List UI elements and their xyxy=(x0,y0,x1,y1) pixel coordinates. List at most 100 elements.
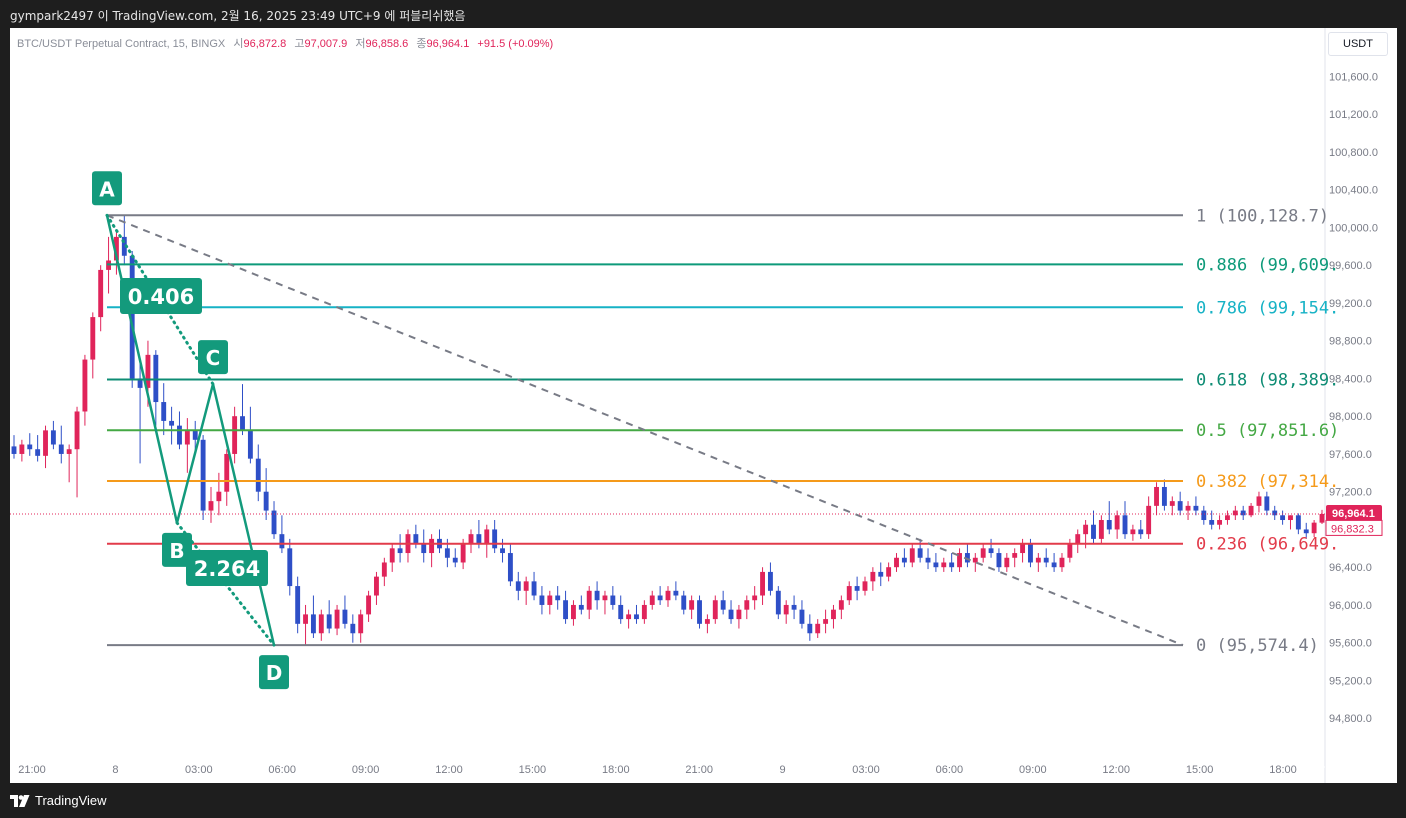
candle-body xyxy=(531,581,537,596)
fib-level-label: 0.236 (96,649. xyxy=(1196,535,1339,555)
price-chart[interactable]: 101,600.0 101,200.0 100,800.0 100,400.0 100,… xyxy=(10,28,1397,783)
candle xyxy=(933,553,939,572)
candle-body xyxy=(1059,557,1065,568)
currency-unit-button[interactable]: USDT xyxy=(1328,32,1388,56)
candle-body xyxy=(925,557,931,563)
candle xyxy=(1012,548,1018,568)
candle-body xyxy=(1256,496,1262,506)
ratio-label: 0.406 xyxy=(128,285,194,309)
candle xyxy=(287,538,293,596)
candle xyxy=(82,354,88,426)
candle xyxy=(492,520,498,554)
candle-body xyxy=(295,586,301,624)
candle-body xyxy=(1209,520,1215,525)
candle xyxy=(760,567,765,605)
ratio-label: 2.264 xyxy=(194,557,260,581)
fib-level-label: 0.5 (97,851.6) xyxy=(1196,421,1339,441)
time-axis-ticks: 21:00 8 03:00 06:00 09:00 12:00 15:00 18:00 21:0… xyxy=(18,764,1297,776)
candle-body xyxy=(712,600,718,620)
candle xyxy=(980,543,986,563)
candle-body xyxy=(1091,524,1096,539)
candle xyxy=(925,548,931,570)
candle xyxy=(255,444,261,502)
candle xyxy=(1232,505,1238,521)
candle-body xyxy=(933,562,939,568)
time-tick: 15:00 xyxy=(519,764,547,776)
candle-body xyxy=(1272,510,1278,516)
open-value: 96,872.8 xyxy=(243,38,287,50)
candle-body xyxy=(1295,515,1301,530)
candle-body xyxy=(1083,524,1089,535)
candle xyxy=(878,562,884,587)
candle xyxy=(1154,482,1159,516)
abcd-point-label: B xyxy=(169,539,184,563)
candle-body xyxy=(610,595,616,605)
candle-body xyxy=(941,562,947,568)
candle xyxy=(720,590,726,615)
candle-body xyxy=(996,553,1002,568)
candle xyxy=(799,600,805,629)
candle xyxy=(240,384,245,436)
candle-body xyxy=(342,609,348,624)
abcd-point-label: C xyxy=(206,346,221,370)
candle xyxy=(381,557,387,587)
candle xyxy=(618,595,624,624)
fib-level-label: 0.786 (99,154. xyxy=(1196,298,1339,318)
candle-body xyxy=(263,491,269,511)
candle xyxy=(366,590,372,622)
time-tick: 15:00 xyxy=(1186,764,1214,776)
candle xyxy=(1098,515,1104,544)
candle-body xyxy=(634,614,639,620)
candle-body xyxy=(224,453,230,492)
candle xyxy=(586,586,592,620)
candle xyxy=(515,571,521,601)
chart-frame[interactable]: 101,600.0 101,200.0 100,800.0 100,400.0 100,… xyxy=(10,28,1397,783)
candle-body xyxy=(854,586,860,591)
candle xyxy=(452,548,458,568)
candle-body xyxy=(287,548,293,587)
candle-body xyxy=(649,595,655,605)
candle xyxy=(767,562,773,596)
candle-body xyxy=(374,576,379,596)
candle xyxy=(1051,553,1057,572)
candle-body xyxy=(1217,520,1223,525)
candle xyxy=(437,529,442,554)
candle-body xyxy=(1028,543,1033,563)
candle xyxy=(310,595,316,638)
candle xyxy=(665,586,671,607)
candle xyxy=(901,548,907,568)
candle-body xyxy=(334,609,340,629)
candle-body xyxy=(1114,515,1120,530)
candle-body xyxy=(1106,520,1112,530)
candle xyxy=(342,595,348,629)
fib-level-label: 0.618 (98,389. xyxy=(1196,370,1339,390)
candle-body xyxy=(791,604,797,610)
time-tick: 06:00 xyxy=(268,764,296,776)
candle-body xyxy=(657,595,663,601)
brand[interactable]: TradingView xyxy=(10,793,107,808)
candle-body xyxy=(1067,543,1073,558)
price-tick: 100,000.0 xyxy=(1329,222,1378,234)
price-tick: 95,200.0 xyxy=(1329,675,1372,687)
candle-body xyxy=(1035,557,1041,563)
candle-body xyxy=(444,548,450,558)
candle xyxy=(1106,501,1112,535)
candle-body xyxy=(1193,505,1199,511)
candle-body xyxy=(11,446,17,454)
candle xyxy=(1319,509,1325,524)
abcd-point-c: C xyxy=(198,340,228,375)
candle xyxy=(27,433,33,456)
price-tick: 100,400.0 xyxy=(1329,185,1378,197)
candle xyxy=(555,586,561,610)
high-label: 고 xyxy=(294,38,305,50)
candle xyxy=(1193,496,1199,516)
time-tick: 18:00 xyxy=(602,764,630,776)
low-value: 96,858.6 xyxy=(365,38,409,50)
low-label: 저 xyxy=(355,38,366,50)
candle-body xyxy=(752,595,758,601)
abcd-point-d: D xyxy=(259,655,289,690)
candle-body xyxy=(846,586,852,601)
candle xyxy=(263,468,269,521)
price-tick: 96,400.0 xyxy=(1329,562,1372,574)
candle-body xyxy=(1201,510,1207,521)
